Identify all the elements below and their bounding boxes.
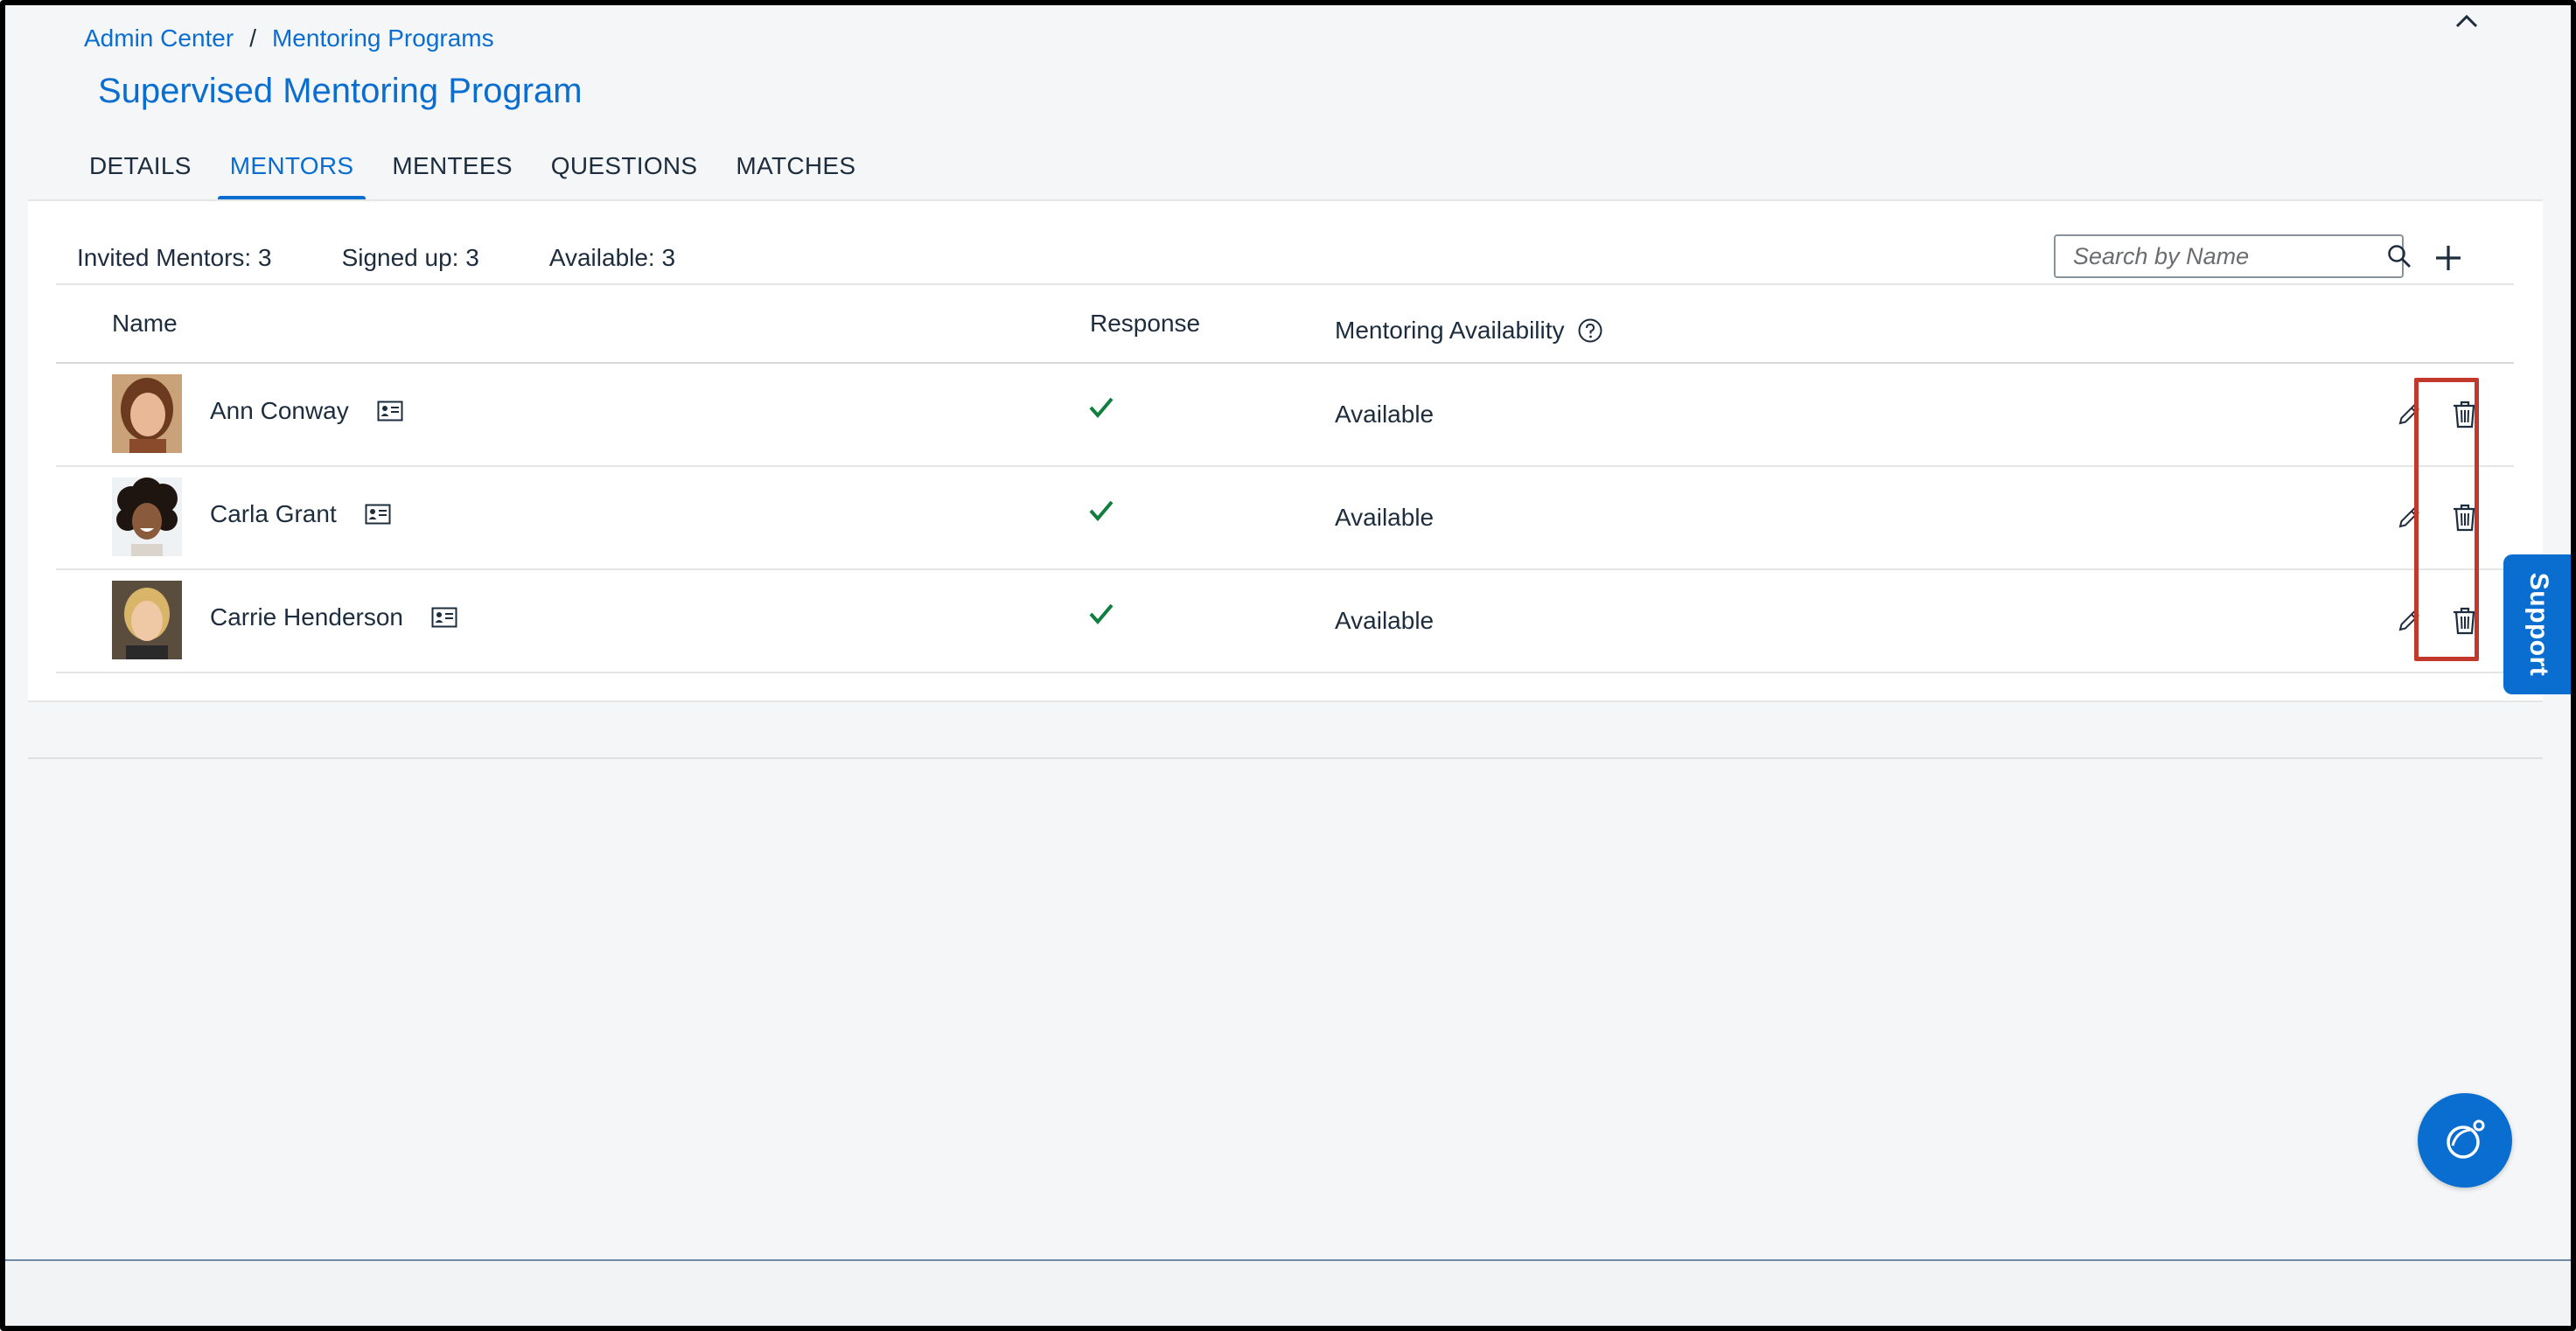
response-cell bbox=[1088, 498, 1114, 527]
invited-mentors-count: Invited Mentors: 3 bbox=[77, 244, 272, 271]
search-icon bbox=[2388, 245, 2411, 268]
tab-questions[interactable]: QUESTIONS bbox=[532, 131, 717, 201]
mentor-name-cell: Carla Grant bbox=[210, 500, 391, 528]
tab-details[interactable]: DETAILS bbox=[70, 131, 211, 201]
column-header-availability: Mentoring Availability bbox=[1335, 317, 1603, 345]
response-cell bbox=[1088, 395, 1114, 424]
page-title: Supervised Mentoring Program bbox=[98, 72, 583, 110]
delete-column-highlight bbox=[2414, 378, 2479, 661]
breadcrumb-separator: / bbox=[249, 24, 256, 52]
available-count: Available: 3 bbox=[548, 244, 676, 271]
avatar[interactable] bbox=[112, 374, 182, 453]
table-row: Carrie Henderson Available bbox=[56, 570, 2514, 673]
plus-icon bbox=[2436, 246, 2461, 270]
signed-up-count: Signed up: 3 bbox=[341, 244, 479, 271]
availability-cell: Available bbox=[1335, 401, 1435, 428]
checkmark-icon bbox=[1089, 603, 1113, 625]
mentor-stats: Invited Mentors: 3 Signed up: 3 Availabl… bbox=[77, 236, 745, 280]
breadcrumb-mentoring-programs[interactable]: Mentoring Programs bbox=[272, 24, 494, 52]
bottom-bar bbox=[0, 1259, 2576, 1331]
mentors-panel: Invited Mentors: 3 Signed up: 3 Availabl… bbox=[28, 199, 2543, 702]
mentor-name[interactable]: Ann Conway bbox=[210, 397, 349, 425]
availability-cell: Available bbox=[1335, 504, 1435, 531]
table-row: Ann Conway Available bbox=[56, 364, 2514, 467]
search-button[interactable] bbox=[2387, 236, 2412, 276]
assistant-button[interactable] bbox=[2418, 1093, 2512, 1188]
mentors-table: Name Response Mentoring Availability Ann… bbox=[56, 283, 2514, 673]
joule-assistant-icon bbox=[2447, 1119, 2485, 1159]
column-header-response[interactable]: Response bbox=[1090, 310, 1200, 338]
search-field bbox=[2054, 234, 2411, 278]
availability-cell: Available bbox=[1335, 607, 1435, 634]
contact-card-icon[interactable] bbox=[377, 401, 403, 422]
tab-matches[interactable]: MATCHES bbox=[716, 131, 875, 201]
collapse-header-button[interactable] bbox=[2449, 3, 2484, 38]
column-header-availability-label[interactable]: Mentoring Availability bbox=[1335, 317, 1565, 345]
breadcrumb-admin-center[interactable]: Admin Center bbox=[84, 24, 234, 52]
tab-mentees[interactable]: MENTEES bbox=[373, 131, 531, 201]
response-cell bbox=[1088, 602, 1114, 631]
tab-bar: DETAILS MENTORS MENTEES QUESTIONS MATCHE… bbox=[70, 131, 875, 201]
chevron-up-icon bbox=[2455, 14, 2478, 28]
breadcrumb: Admin Center / Mentoring Programs bbox=[84, 21, 494, 56]
search-input[interactable] bbox=[2056, 236, 2387, 276]
mentor-name[interactable]: Carrie Henderson bbox=[210, 603, 403, 631]
help-circle-icon[interactable] bbox=[1577, 317, 1603, 344]
mentor-name-cell: Carrie Henderson bbox=[210, 603, 457, 631]
checkmark-icon bbox=[1089, 397, 1113, 419]
support-label: Support bbox=[2524, 572, 2554, 677]
mentor-name[interactable]: Carla Grant bbox=[210, 500, 337, 528]
mentor-name-cell: Ann Conway bbox=[210, 397, 403, 425]
checkmark-icon bbox=[1089, 500, 1113, 522]
contact-card-icon[interactable] bbox=[431, 607, 457, 628]
avatar[interactable] bbox=[112, 581, 182, 659]
tab-mentors[interactable]: MENTORS bbox=[211, 131, 373, 201]
page-header: Admin Center / Mentoring Programs Superv… bbox=[0, 0, 2576, 201]
add-mentor-button[interactable] bbox=[2426, 236, 2470, 280]
support-tab[interactable]: Support bbox=[2503, 554, 2573, 694]
column-header-name[interactable]: Name bbox=[112, 310, 178, 338]
contact-card-icon[interactable] bbox=[365, 504, 391, 525]
divider bbox=[28, 757, 2543, 759]
table-header: Name Response Mentoring Availability bbox=[56, 283, 2514, 364]
avatar[interactable] bbox=[112, 477, 182, 556]
table-row: Carla Grant Available bbox=[56, 467, 2514, 570]
